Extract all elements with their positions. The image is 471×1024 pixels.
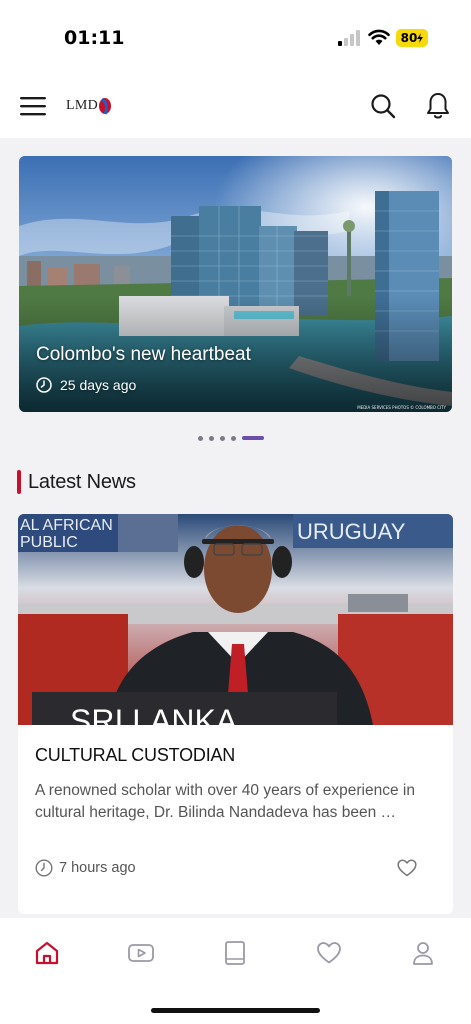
news-card-image: AL AFRICAN PUBLIC URUGUAY SRI LANKA bbox=[18, 514, 453, 725]
sign-left-line1: AL AFRICAN bbox=[20, 517, 113, 534]
photo-credit: MEDIA SERVICES PHOTOS © COLOMBO CITY bbox=[357, 405, 446, 410]
wifi-icon bbox=[368, 29, 390, 45]
nav-home[interactable] bbox=[32, 938, 62, 968]
carousel-dot[interactable] bbox=[220, 435, 225, 441]
carousel-dot[interactable] bbox=[209, 435, 214, 441]
video-icon bbox=[128, 944, 154, 962]
logo-text: LMD bbox=[66, 98, 99, 113]
featured-timestamp: 25 days ago bbox=[36, 377, 136, 393]
featured-carousel-slide[interactable]: Colombo's new heartbeat 25 days ago MEDI… bbox=[19, 156, 452, 412]
carousel-dot[interactable] bbox=[198, 435, 203, 441]
nav-video[interactable] bbox=[126, 938, 156, 968]
hamburger-menu-icon[interactable] bbox=[20, 95, 46, 117]
clock-icon bbox=[35, 859, 53, 877]
status-time: 01:11 bbox=[64, 27, 125, 49]
home-indicator[interactable] bbox=[151, 1008, 320, 1013]
logo-mark-icon bbox=[99, 97, 112, 115]
home-icon bbox=[35, 941, 59, 965]
app-logo[interactable]: LMD bbox=[66, 94, 112, 118]
charging-bolt-icon bbox=[417, 33, 424, 43]
app-header: LMD bbox=[0, 76, 471, 138]
featured-image bbox=[19, 156, 452, 412]
battery-level: 80 bbox=[400, 31, 418, 45]
bell-icon bbox=[427, 93, 449, 119]
section-title: Latest News bbox=[28, 470, 136, 493]
clock-icon bbox=[36, 377, 52, 393]
nav-profile[interactable] bbox=[408, 938, 438, 968]
favorite-heart-icon[interactable] bbox=[397, 859, 417, 877]
search-button[interactable] bbox=[370, 93, 396, 119]
carousel-dot-active[interactable] bbox=[242, 436, 264, 440]
search-icon bbox=[371, 94, 396, 119]
nav-magazine[interactable] bbox=[220, 938, 250, 968]
heart-icon bbox=[317, 942, 341, 964]
news-card[interactable]: AL AFRICAN PUBLIC URUGUAY SRI LANKA CULT… bbox=[18, 514, 453, 914]
news-card-title[interactable]: CULTURAL CUSTODIAN bbox=[35, 745, 235, 766]
book-icon bbox=[225, 941, 245, 965]
news-card-timestamp: 7 hours ago bbox=[35, 859, 136, 877]
carousel-dot[interactable] bbox=[231, 435, 236, 441]
section-accent-bar bbox=[17, 470, 21, 494]
news-card-time-text: 7 hours ago bbox=[59, 860, 136, 876]
status-bar: 01:11 80 bbox=[0, 0, 471, 76]
sign-right: URUGUAY bbox=[297, 519, 406, 544]
nameplate-text: SRI LANKA bbox=[70, 703, 238, 725]
featured-time-text: 25 days ago bbox=[60, 377, 137, 393]
cellular-signal-icon bbox=[338, 30, 360, 46]
battery-indicator: 80 bbox=[396, 29, 428, 47]
sign-left-line2: PUBLIC bbox=[20, 534, 78, 551]
nav-favorites[interactable] bbox=[314, 938, 344, 968]
latest-news-heading: Latest News bbox=[17, 470, 136, 494]
featured-title[interactable]: Colombo's new heartbeat bbox=[36, 344, 251, 366]
profile-icon bbox=[413, 942, 433, 965]
news-card-summary: A renowned scholar with over 40 years of… bbox=[35, 782, 415, 821]
carousel-pagination bbox=[198, 434, 264, 442]
notifications-button[interactable] bbox=[426, 92, 450, 120]
